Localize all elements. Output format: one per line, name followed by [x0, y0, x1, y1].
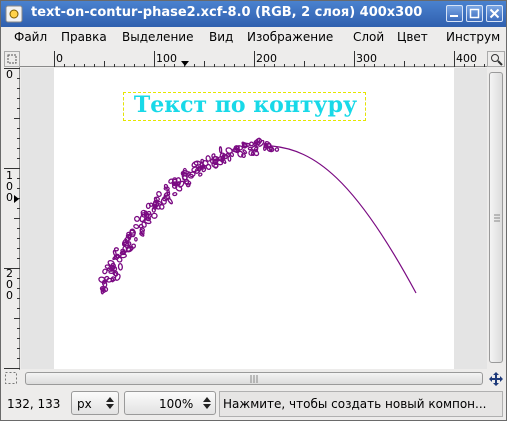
pointer-marker-icon — [181, 61, 189, 66]
horizontal-scrollbar[interactable] — [21, 370, 487, 387]
canvas-area[interactable]: Текст по контуру — [21, 68, 487, 369]
ruler-label-100: 100 — [156, 52, 177, 65]
vertical-ruler[interactable]: 0 100 200 — [4, 67, 20, 370]
menu-tools[interactable]: Инструм — [446, 30, 500, 44]
vruler-label-200: 200 — [6, 267, 13, 302]
selection-icon — [7, 54, 17, 64]
zoom-select[interactable]: 100% — [124, 391, 216, 415]
ruler-label-300: 300 — [356, 52, 377, 65]
gimp-app-icon[interactable] — [5, 5, 23, 23]
quick-mask-icon — [5, 372, 17, 384]
ruler-label-400: 400 — [456, 52, 477, 65]
menu-image[interactable]: Изображение — [247, 30, 333, 44]
selection-toggle[interactable] — [4, 51, 20, 67]
path-drawing — [98, 137, 417, 295]
menu-select[interactable]: Выделение — [122, 30, 193, 44]
path-stroke — [271, 145, 417, 294]
unit-value: px — [77, 397, 92, 411]
gimp-image-window: text-on-contur-phase2.xcf-8.0 (RGB, 2 сл… — [0, 0, 507, 421]
vertical-scroll-thumb[interactable] — [489, 72, 503, 363]
status-message: Нажмите, чтобы создать новый компон... — [219, 391, 503, 417]
chevron-up-down-icon — [106, 397, 114, 409]
maximize-button[interactable] — [466, 5, 483, 22]
menu-edit[interactable]: Правка — [61, 30, 107, 44]
vruler-label-100: 100 — [6, 169, 13, 204]
menu-bar: Файл Правка Выделение Вид Изображение Сл… — [1, 27, 506, 49]
title-bar[interactable]: text-on-contur-phase2.xcf-8.0 (RGB, 2 сл… — [1, 1, 506, 27]
window-title: text-on-contur-phase2.xcf-8.0 (RGB, 2 сл… — [31, 5, 423, 20]
ruler-label-0: 0 — [56, 52, 63, 65]
horizontal-ruler[interactable]: 0 100 200 300 400 — [20, 51, 487, 67]
menu-view[interactable]: Вид — [209, 30, 233, 44]
image-canvas[interactable]: Текст по контуру — [54, 68, 454, 369]
menu-file[interactable]: Файл — [14, 30, 47, 44]
minimize-button[interactable] — [446, 5, 463, 22]
grip-icon — [250, 375, 258, 383]
navigate-button[interactable] — [487, 370, 505, 387]
unit-select[interactable]: px — [71, 391, 119, 415]
close-button[interactable] — [486, 5, 503, 22]
text-on-path-glyphs — [98, 137, 280, 295]
menu-layer[interactable]: Слой — [353, 30, 384, 44]
move-arrows-icon — [489, 372, 503, 386]
zoom-fit-button[interactable] — [487, 51, 505, 67]
ruler-label-200: 200 — [256, 52, 277, 65]
grip-icon — [494, 214, 500, 222]
horizontal-scroll-thumb[interactable] — [25, 372, 483, 385]
status-bar: 132, 133 px 100% Нажмите, чтобы создать … — [1, 388, 506, 420]
quick-mask-toggle[interactable] — [4, 371, 20, 387]
zoom-value: 100% — [159, 397, 194, 411]
zoom-icon — [491, 54, 503, 66]
vertical-scrollbar[interactable] — [487, 68, 505, 369]
vruler-label-0: 0 — [6, 68, 13, 81]
chevron-up-down-icon — [203, 397, 211, 409]
menu-colors[interactable]: Цвет — [397, 30, 428, 44]
pointer-marker-icon — [14, 195, 19, 203]
pointer-coordinates: 132, 133 — [7, 397, 61, 411]
